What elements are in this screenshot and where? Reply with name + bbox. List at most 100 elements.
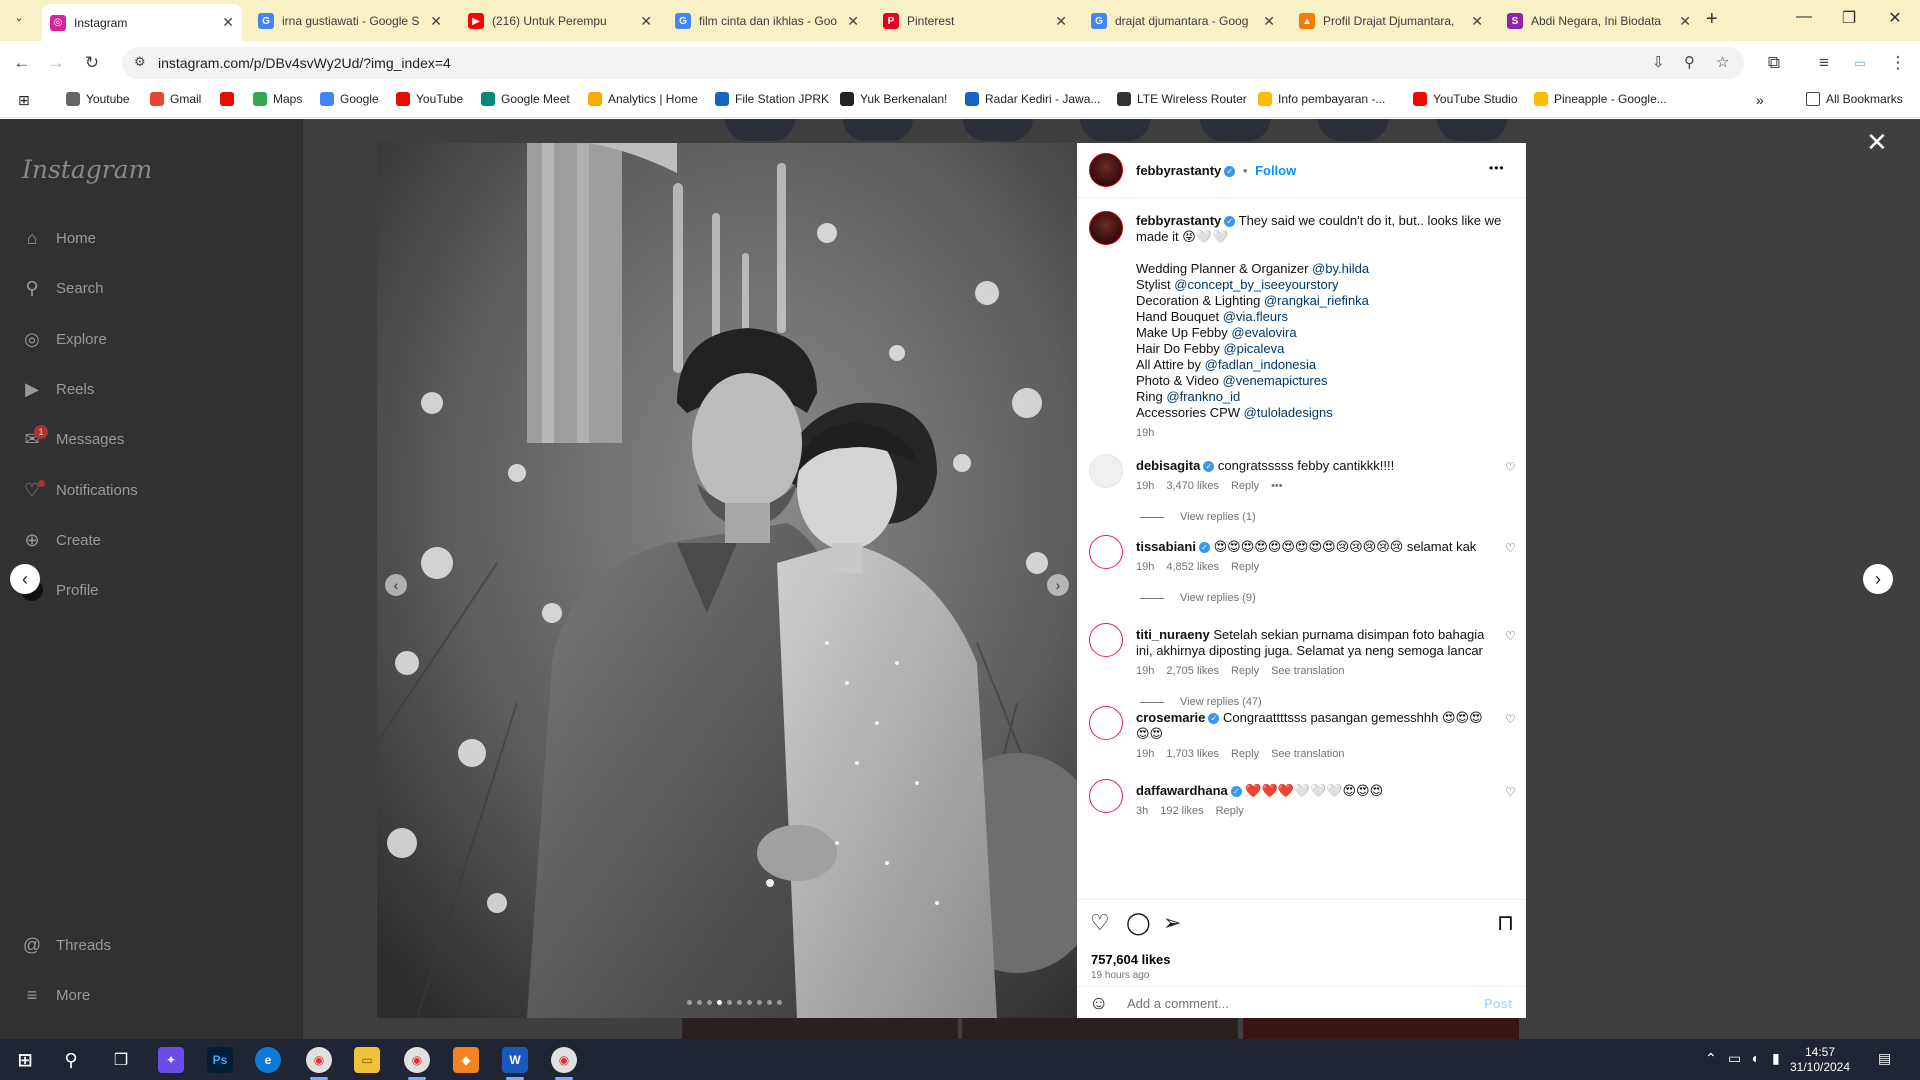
view-replies-button[interactable]: View replies (1) bbox=[1140, 511, 1256, 523]
bookmark-item[interactable]: Google bbox=[320, 92, 379, 106]
forward-arrow-icon[interactable]: → bbox=[44, 51, 68, 75]
tab-close-icon[interactable]: ✕ bbox=[1471, 13, 1483, 30]
chrome-profile-icon[interactable]: ◉ bbox=[404, 1047, 430, 1080]
tab-close-icon[interactable]: ✕ bbox=[1055, 13, 1067, 30]
copilot-icon[interactable]: ✦ bbox=[158, 1047, 184, 1073]
comments-scroll-area[interactable]: febbyrastanty ✓ They said we couldn't do … bbox=[1077, 199, 1526, 899]
instagram-logo[interactable]: Instagram bbox=[22, 155, 152, 184]
browser-tab[interactable]: S Abdi Negara, Ini Biodata ✕ bbox=[1499, 6, 1699, 36]
comment-like-heart-icon[interactable]: ♡ bbox=[1505, 460, 1516, 474]
notification-center-icon[interactable]: ▤ bbox=[1878, 1050, 1891, 1067]
comment-like-heart-icon[interactable]: ♡ bbox=[1505, 785, 1516, 799]
zoom-icon[interactable]: ⚲ bbox=[1684, 53, 1695, 71]
add-comment-input[interactable]: Add a comment... bbox=[1127, 996, 1229, 1011]
comment-extra[interactable]: See translation bbox=[1271, 665, 1344, 677]
browser-tab[interactable]: Girna gustiawati - Google S ✕ bbox=[250, 6, 450, 36]
comment-likes[interactable]: 4,852 likes bbox=[1166, 561, 1219, 573]
credit-mention[interactable]: @tuloladesigns bbox=[1244, 405, 1333, 420]
follow-button[interactable]: Follow bbox=[1255, 163, 1296, 178]
restore-icon[interactable]: ❐ bbox=[1834, 8, 1864, 28]
extensions-puzzle-icon[interactable]: ⧉ bbox=[1762, 51, 1786, 75]
nav-item-threads[interactable]: @ Threads bbox=[20, 930, 111, 960]
bookmark-item[interactable]: Info pembayaran -... bbox=[1258, 92, 1385, 106]
commenter-avatar[interactable] bbox=[1089, 454, 1123, 488]
bookmark-item[interactable]: Analytics | Home bbox=[588, 92, 698, 106]
address-bar[interactable]: ⚙ instagram.com/p/DBv4svWy2Ud/?img_index… bbox=[122, 47, 1744, 79]
back-arrow-icon[interactable]: ← bbox=[10, 51, 34, 75]
bookmark-item[interactable]: Maps bbox=[253, 92, 302, 106]
commenter-username[interactable]: debisagita bbox=[1136, 458, 1200, 473]
bookmark-item[interactable]: Gmail bbox=[150, 92, 201, 106]
browser-tab[interactable]: P Pinterest ✕ bbox=[875, 6, 1075, 36]
credit-mention[interactable]: @frankno_id bbox=[1166, 389, 1240, 404]
chrome-menu-icon[interactable]: ⋮ bbox=[1886, 51, 1910, 75]
nav-item-search[interactable]: ⚲ Search bbox=[20, 273, 103, 303]
like-heart-icon[interactable]: ♡ bbox=[1090, 910, 1110, 936]
tab-search-chevron-icon[interactable]: ⌄ bbox=[10, 11, 28, 29]
install-app-icon[interactable]: ⇩ bbox=[1652, 53, 1665, 71]
next-post-arrow-icon[interactable]: › bbox=[1863, 564, 1893, 594]
new-tab-plus-icon[interactable]: + bbox=[1706, 8, 1718, 31]
caption-username[interactable]: febbyrastanty bbox=[1136, 213, 1221, 228]
credit-mention[interactable]: @by.hilda bbox=[1312, 261, 1369, 276]
comment-like-heart-icon[interactable]: ♡ bbox=[1505, 541, 1516, 555]
tab-close-icon[interactable]: ✕ bbox=[847, 13, 859, 30]
network-icon[interactable]: ▭ bbox=[1728, 1050, 1741, 1067]
emoji-icon[interactable]: ☺ bbox=[1089, 993, 1108, 1015]
bookmark-item[interactable]: Pineapple - Google... bbox=[1534, 92, 1667, 106]
taskbar-clock[interactable]: 14:57 31/10/2024 bbox=[1785, 1045, 1855, 1075]
view-replies-button[interactable]: View replies (47) bbox=[1140, 696, 1262, 708]
bookmark-item[interactable]: YouTube Studio bbox=[1413, 92, 1518, 106]
carousel-next-icon[interactable]: › bbox=[1047, 574, 1069, 596]
share-send-icon[interactable]: ➢ bbox=[1163, 910, 1181, 936]
comment-like-heart-icon[interactable]: ♡ bbox=[1505, 629, 1516, 643]
edge-icon[interactable]: e bbox=[255, 1047, 281, 1073]
nav-item-reels[interactable]: ▶ Reels bbox=[20, 374, 94, 404]
comment-likes[interactable]: 192 likes bbox=[1160, 805, 1203, 817]
view-replies-button[interactable]: View replies (9) bbox=[1140, 592, 1256, 604]
apps-grid-icon[interactable]: ⊞ bbox=[18, 92, 30, 109]
volume-icon[interactable]: ◖ bbox=[1750, 1050, 1758, 1066]
bookmark-item[interactable]: Google Meet bbox=[481, 92, 570, 106]
address-url[interactable]: instagram.com/p/DBv4svWy2Ud/?img_index=4 bbox=[158, 55, 451, 71]
credit-mention[interactable]: @evalovira bbox=[1231, 325, 1296, 340]
nav-item-messages[interactable]: ✉ 1 Messages bbox=[20, 424, 124, 454]
bookmark-item[interactable]: Radar Kediri - Jawa... bbox=[965, 92, 1100, 106]
tray-chevron-icon[interactable]: ⌃ bbox=[1705, 1050, 1717, 1067]
minimize-icon[interactable]: — bbox=[1789, 8, 1819, 26]
browser-tab[interactable]: Gfilm cinta dan ikhlas - Goo ✕ bbox=[667, 6, 867, 36]
bookmark-item[interactable]: LTE Wireless Router bbox=[1117, 92, 1247, 106]
comment-reply-button[interactable]: Reply bbox=[1231, 665, 1259, 677]
comment-likes[interactable]: 2,705 likes bbox=[1166, 665, 1219, 677]
previous-post-arrow-icon[interactable]: ‹ bbox=[10, 564, 40, 594]
nav-item-explore[interactable]: ◎ Explore bbox=[20, 324, 107, 354]
task-view-icon[interactable]: ❒ bbox=[108, 1047, 134, 1073]
all-bookmarks-button[interactable]: All Bookmarks bbox=[1806, 92, 1903, 106]
tab-close-icon[interactable]: ✕ bbox=[1263, 13, 1275, 30]
comment-reply-button[interactable]: Reply bbox=[1231, 480, 1259, 492]
tab-close-icon[interactable]: ✕ bbox=[1679, 13, 1691, 30]
search-icon[interactable]: ⚲ bbox=[58, 1047, 84, 1073]
author-avatar[interactable] bbox=[1089, 153, 1123, 187]
commenter-avatar[interactable] bbox=[1089, 706, 1123, 740]
credit-mention[interactable]: @venemapictures bbox=[1223, 373, 1328, 388]
nav-item-more[interactable]: ≡ More bbox=[20, 980, 90, 1010]
commenter-username[interactable]: crosemarie bbox=[1136, 710, 1205, 725]
save-bookmark-icon[interactable]: ⊓ bbox=[1497, 910, 1514, 936]
windows-start-icon[interactable]: ⊞ bbox=[12, 1047, 38, 1073]
comment-like-heart-icon[interactable]: ♡ bbox=[1505, 712, 1516, 726]
author-username[interactable]: febbyrastanty bbox=[1136, 163, 1221, 178]
profile-icon[interactable]: ▭ bbox=[1848, 51, 1872, 75]
photoshop-icon[interactable]: Ps bbox=[207, 1047, 233, 1073]
more-options-icon[interactable]: ••• bbox=[1489, 161, 1505, 175]
browser-tab[interactable]: Gdrajat djumantara - Goog ✕ bbox=[1083, 6, 1283, 36]
credit-mention[interactable]: @fadlan_indonesia bbox=[1205, 357, 1317, 372]
credit-mention[interactable]: @concept_by_iseeyourstory bbox=[1174, 277, 1338, 292]
nav-item-notifications[interactable]: ♡ Notifications bbox=[20, 475, 138, 505]
chrome-icon[interactable]: ◉ bbox=[306, 1047, 332, 1080]
reading-list-icon[interactable]: ≡ bbox=[1812, 51, 1836, 75]
file-explorer-icon[interactable]: ▭ bbox=[354, 1047, 380, 1073]
bookmark-item[interactable]: YouTube bbox=[396, 92, 463, 106]
commenter-avatar[interactable] bbox=[1089, 779, 1123, 813]
comment-reply-button[interactable]: Reply bbox=[1231, 561, 1259, 573]
